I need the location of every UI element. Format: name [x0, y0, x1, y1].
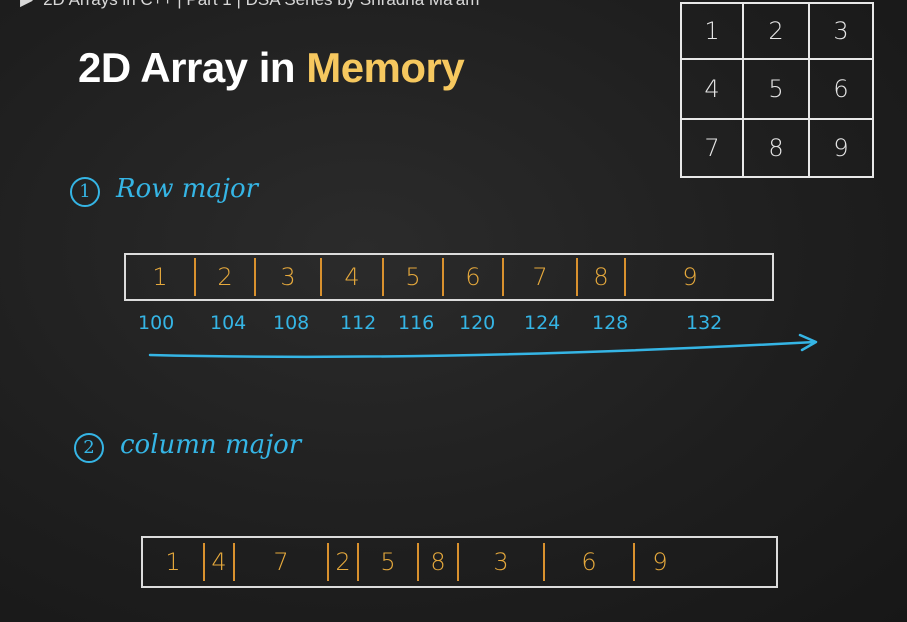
row-major-strip: 1 2 3 4 5 6 7 8 9	[124, 253, 774, 301]
page-title: 2D Array in Memory	[78, 44, 465, 92]
column-major-element: 5	[380, 548, 396, 576]
video-title: 2D Arrays in C++ | Part 1 | DSA Series b…	[43, 0, 479, 9]
playlist-icon[interactable]: ▶	[20, 0, 33, 10]
matrix-grid: 1 2 3 4 5 6 7 8 9	[680, 2, 874, 178]
matrix-cell: 2	[744, 4, 810, 60]
direction-arrow	[148, 333, 818, 359]
matrix-cell: 6	[810, 60, 872, 120]
column-major-element: 6	[581, 548, 597, 576]
video-title-bar: ▶ 2D Arrays in C++ | Part 1 | DSA Series …	[0, 0, 600, 10]
column-major-element: 4	[211, 548, 227, 576]
column-major-element: 9	[652, 548, 668, 576]
column-major-strip: 1 4 7 2 5 8 3 6 9	[141, 536, 778, 588]
matrix-cell: 1	[682, 4, 744, 60]
matrix-cell: 4	[682, 60, 744, 120]
row-major-number: 1	[70, 176, 100, 207]
row-major-element: 3	[280, 263, 296, 291]
column-major-element: 3	[493, 548, 509, 576]
row-major-element: 4	[344, 263, 360, 291]
column-major-element: 7	[273, 548, 289, 576]
matrix-cell: 9	[833, 134, 849, 162]
row-major-element: 9	[682, 263, 698, 291]
row-major-element: 5	[405, 263, 421, 291]
column-major-label: column major	[120, 430, 302, 460]
row-major-element: 6	[465, 263, 481, 291]
row-major-label: Row major	[116, 174, 259, 204]
row-major-heading: 1 Row major	[70, 174, 258, 207]
row-major-element: 2	[217, 263, 233, 291]
title-main: 2D Array in	[78, 44, 307, 91]
column-major-heading: 2 column major	[74, 430, 301, 463]
column-major-number: 2	[74, 432, 104, 463]
matrix-cell: 3	[810, 4, 872, 60]
row-major-element: 8	[593, 263, 609, 291]
column-major-element: 2	[335, 548, 351, 576]
row-major-element: 1	[152, 263, 168, 291]
column-major-element: 1	[165, 548, 181, 576]
column-major-element: 8	[430, 548, 446, 576]
matrix-cell: 5	[744, 60, 810, 120]
matrix-cell: 7	[682, 120, 744, 176]
matrix-cell: 8	[744, 120, 810, 176]
row-major-element: 7	[532, 263, 548, 291]
title-highlight: Memory	[306, 44, 465, 91]
